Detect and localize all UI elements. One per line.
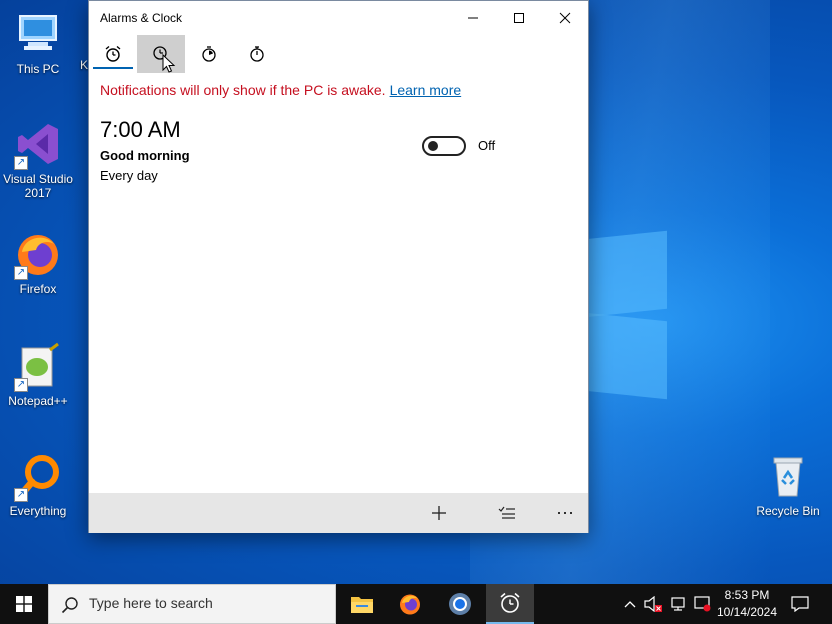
- alarms-clock-window: Alarms & Clock Notifications will only s…: [88, 0, 589, 533]
- tab-stopwatch[interactable]: [233, 35, 281, 73]
- maximize-button[interactable]: [496, 1, 542, 35]
- notification-status-button[interactable]: [692, 584, 714, 624]
- windows-start-icon: [16, 596, 32, 612]
- firefox-icon: ↗: [14, 230, 62, 280]
- firefox-icon: [400, 594, 420, 615]
- desktop-icon-label: Visual Studio 2017: [3, 172, 73, 200]
- show-hidden-icons-button[interactable]: [620, 584, 640, 624]
- network-icon: [671, 597, 685, 611]
- maximize-icon: [514, 13, 524, 23]
- desktop-icon-label: Notepad++: [8, 394, 68, 408]
- action-center-button[interactable]: [786, 584, 814, 624]
- window-title: Alarms & Clock: [100, 11, 183, 25]
- alarm-clock-icon: [500, 592, 520, 613]
- chevron-up-icon: [624, 601, 636, 608]
- close-icon: [559, 12, 571, 24]
- taskbar-file-explorer[interactable]: [338, 584, 386, 624]
- desktop-icon-recycle-bin[interactable]: Recycle Bin: [748, 452, 828, 518]
- taskbar-clock[interactable]: 8:53 PM 10/14/2024: [712, 587, 782, 621]
- desktop-icon-this-pc[interactable]: This PC: [0, 10, 76, 76]
- desktop-icon-visual-studio[interactable]: ↗ Visual Studio 2017: [0, 120, 76, 200]
- notepadpp-icon: ↗: [14, 342, 62, 392]
- minimize-icon: [468, 17, 478, 19]
- add-alarm-button[interactable]: [419, 493, 459, 533]
- taskbar-search-box[interactable]: [48, 584, 336, 624]
- recycle-bin-icon: [764, 452, 812, 500]
- minimize-button[interactable]: [450, 1, 496, 35]
- alarm-list-area: Notifications will only show if the PC i…: [89, 73, 588, 493]
- folder-icon: [351, 597, 373, 613]
- volume-muted-icon: [644, 596, 662, 612]
- start-button[interactable]: [0, 584, 48, 624]
- volume-button[interactable]: [642, 584, 664, 624]
- tab-timer[interactable]: [185, 35, 233, 73]
- more-icon: ⋯: [556, 502, 574, 523]
- alarm-time: 7:00 AM: [100, 117, 181, 142]
- plus-icon: [432, 506, 446, 520]
- chromium-icon: [449, 593, 471, 615]
- select-list-icon: [498, 506, 515, 519]
- desktop-icon-notepadpp[interactable]: ↗ Notepad++: [0, 342, 76, 408]
- tab-alarm[interactable]: [89, 35, 137, 73]
- alarm-icon: [105, 45, 121, 62]
- desktop-icon-label: Recycle Bin: [756, 504, 820, 518]
- network-button[interactable]: [668, 584, 690, 624]
- desktop-icon-label: Firefox: [19, 282, 57, 296]
- toggle-knob: [428, 141, 438, 151]
- everything-search-icon: ↗: [14, 452, 62, 502]
- taskbar: 8:53 PM 10/14/2024: [0, 584, 832, 624]
- desktop-icon-label: Everything: [9, 504, 67, 518]
- taskbar-chrome[interactable]: [436, 584, 484, 624]
- notification-warning: Notifications will only show if the PC i…: [100, 82, 461, 98]
- tab-world-clock[interactable]: [137, 35, 185, 73]
- alarm-item[interactable]: 7:00 AM Good morning Every day Off: [100, 117, 570, 187]
- taskbar-alarms-clock[interactable]: [486, 584, 534, 624]
- select-alarms-button[interactable]: [487, 493, 527, 533]
- stopwatch-icon: [250, 46, 264, 62]
- status-error-icon: [694, 596, 711, 612]
- title-bar[interactable]: Alarms & Clock: [89, 1, 588, 35]
- command-bar: ⋯: [89, 493, 588, 533]
- desktop-icon-firefox[interactable]: ↗ Firefox: [0, 230, 76, 296]
- alarm-name: Good morning: [100, 148, 190, 163]
- clock-time: 8:53 PM: [724, 588, 770, 602]
- search-input[interactable]: [89, 595, 319, 611]
- notification-warning-text: Notifications will only show if the PC i…: [100, 82, 386, 98]
- mouse-cursor-icon: [162, 54, 176, 73]
- clock-date: 10/14/2024: [716, 605, 778, 619]
- timer-icon: [202, 46, 216, 62]
- taskbar-firefox[interactable]: [386, 584, 434, 624]
- close-button[interactable]: [542, 1, 588, 35]
- search-icon: [61, 597, 78, 614]
- action-center-icon: [791, 596, 809, 612]
- desktop-icon-label: This PC: [16, 62, 60, 76]
- visual-studio-icon: ↗: [14, 120, 62, 170]
- computer-icon: [14, 10, 62, 58]
- alarm-toggle-switch[interactable]: [422, 136, 466, 156]
- more-options-button[interactable]: ⋯: [545, 493, 585, 533]
- alarm-toggle-label: Off: [478, 138, 496, 153]
- desktop-icon-everything[interactable]: ↗ Everything: [0, 452, 76, 518]
- alarm-repeat: Every day: [100, 168, 158, 183]
- learn-more-link[interactable]: Learn more: [390, 82, 462, 98]
- partial-desktop-label: K: [80, 58, 89, 72]
